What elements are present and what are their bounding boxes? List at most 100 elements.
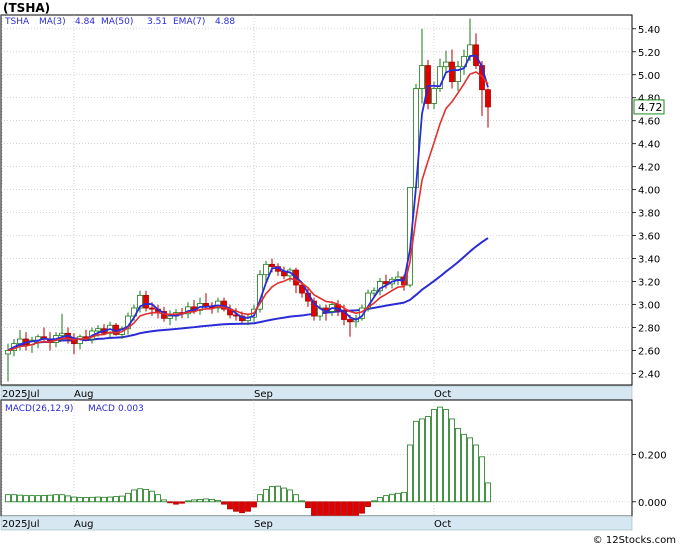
legend-ma50-label: MA(50) — [101, 17, 133, 27]
macd-bar — [311, 501, 317, 516]
chart-canvas: 5.405.205.004.804.604.404.204.003.803.60… — [0, 0, 680, 546]
price-xtick-label: Aug — [74, 389, 94, 400]
macd-bar — [41, 495, 47, 503]
macd-bar — [443, 409, 449, 503]
candle-body — [263, 263, 269, 276]
candle-body — [5, 350, 11, 355]
macd-bar — [89, 496, 95, 503]
price-ytick-label: 5.40 — [638, 25, 660, 36]
macd-bar — [227, 501, 233, 510]
macd-bar — [479, 456, 485, 503]
macd-bar — [371, 500, 377, 503]
candle-body — [95, 328, 101, 332]
macd-bar — [245, 501, 251, 512]
macd-bar — [269, 486, 275, 503]
macd-bar — [119, 495, 125, 503]
macd-bar — [77, 497, 83, 503]
candle-body — [419, 65, 425, 89]
macd-xaxis-strip — [0, 515, 633, 531]
macd-bar — [149, 490, 155, 503]
macd-bar — [65, 495, 71, 503]
price-ytick-label: 2.80 — [638, 324, 660, 335]
macd-xtick-label: Aug — [74, 519, 94, 530]
chart-title: (TSHA) — [3, 1, 50, 15]
macd-bar — [281, 487, 287, 503]
macd-bar — [383, 495, 389, 503]
candle-body — [269, 263, 275, 268]
macd-bar — [53, 494, 59, 503]
macd-xtick-label: Oct — [434, 519, 451, 530]
macd-bar — [419, 418, 425, 503]
candle-body — [449, 61, 455, 83]
macd-bar — [425, 416, 431, 503]
legend-symbol: TSHA — [4, 17, 30, 27]
macd-bar — [125, 492, 131, 503]
macd-bar — [287, 489, 293, 503]
macd-bar — [209, 499, 215, 503]
candle-body — [59, 332, 65, 336]
price-ytick-label: 4.60 — [638, 117, 660, 128]
macd-bar — [437, 406, 443, 503]
price-ytick-label: 3.60 — [638, 232, 660, 243]
candle-body — [485, 89, 491, 108]
price-xtick-label: 2025Jul — [2, 389, 40, 400]
macd-legend-label: MACD — [88, 404, 115, 414]
candle-body — [431, 88, 437, 104]
macd-bar — [95, 496, 101, 503]
macd-bar — [155, 494, 161, 503]
macd-bar — [173, 501, 179, 505]
macd-bar — [431, 409, 437, 503]
price-ytick-label: 5.20 — [638, 48, 660, 59]
macd-bar — [215, 499, 221, 503]
macd-bar — [101, 496, 107, 503]
macd-bar — [17, 494, 23, 503]
macd-xtick-label: 2025Jul — [2, 519, 40, 530]
macd-bar — [395, 492, 401, 503]
macd-bar — [191, 499, 197, 503]
macd-bar — [359, 501, 365, 514]
macd-title: MACD(26,12,9) — [5, 404, 73, 414]
macd-bar — [401, 491, 407, 503]
macd-bar — [473, 444, 479, 503]
candle — [425, 59, 431, 110]
macd-bar — [23, 495, 29, 503]
price-ytick-label: 4.40 — [638, 140, 660, 151]
legend-ema7-value: 4.88 — [215, 17, 235, 27]
macd-bar — [5, 494, 11, 503]
macd-bar — [197, 499, 203, 503]
macd-bar — [113, 496, 119, 503]
macd-bar — [47, 494, 53, 503]
macd-bar — [233, 501, 239, 512]
macd-bar — [35, 495, 41, 503]
macd-ytick-label: 0.200 — [638, 450, 667, 461]
price-ytick-label: 3.80 — [638, 209, 660, 220]
macd-bar — [293, 494, 299, 503]
macd-bar — [413, 420, 419, 503]
legend-ma3-value: 4.84 — [75, 17, 95, 27]
candle-body — [167, 315, 173, 319]
chart-root: 5.40 5.20 5.00 4.80 4.60 4.40 4.20 4.00 3.80 3.60… — [0, 0, 680, 546]
macd-bar — [131, 489, 137, 503]
macd-bar — [29, 495, 35, 503]
price-ytick-label: 5.00 — [638, 71, 660, 82]
macd-bar — [221, 501, 227, 505]
price-ytick-label: 3.00 — [638, 301, 660, 312]
macd-legend-value: 0.003 — [118, 404, 144, 414]
price-ytick-label: 2.40 — [638, 370, 660, 381]
price-ytick-label: 4.20 — [638, 163, 660, 174]
macd-bar — [185, 500, 191, 503]
macd-bar — [203, 498, 209, 503]
price-ytick-label: 4.00 — [638, 186, 660, 197]
price-xaxis-strip — [0, 385, 633, 401]
macd-ytick-label: 0.000 — [638, 498, 667, 509]
macd-bar — [71, 496, 77, 503]
legend-ma3-label: MA(3) — [39, 17, 66, 27]
macd-bar — [365, 501, 371, 507]
candle-body — [467, 44, 473, 57]
price-ytick-label: 2.60 — [638, 347, 660, 358]
macd-bar — [377, 497, 383, 503]
macd-bar — [455, 428, 461, 503]
macd-bar — [143, 489, 149, 503]
price-xtick-label: Oct — [434, 389, 451, 400]
macd-bar — [257, 494, 263, 503]
